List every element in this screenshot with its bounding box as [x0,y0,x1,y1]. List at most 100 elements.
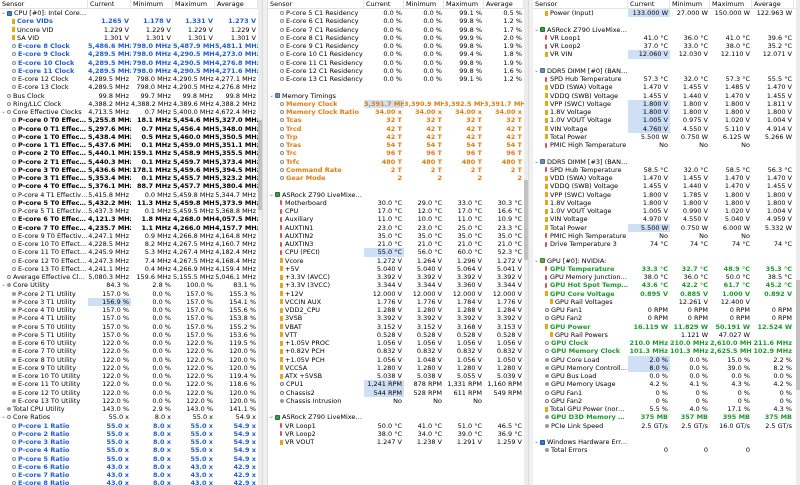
sensor-row[interactable]: VDDQ (SWB) Voltage 1.455 V 1.440 V 1.470 V 1… [533,182,800,190]
expand-toggle-icon[interactable]: ⌄ [269,413,274,421]
sensor-row[interactable]: E-core 10 T0 Effectiv... 4,228.5 MHz 8.2 M… [0,240,262,248]
sensor-group-header[interactable]: ⌄ ASRock Z790 LiveMixer (... [268,413,528,421]
sensor-row[interactable]: 1.8V Voltage 1.800 V 1.800 V 1.800 V 1.800 V [533,108,800,117]
sensor-row[interactable]: GPU Memory Junction Te... 38.0 °C 36.0 °C 5… [533,273,800,281]
sensor-row[interactable]: P-core 3 T0 Effective...5,436.6 MHz178.1… [0,166,262,174]
sensor-row[interactable]: P-core 5 T0 Effective...5,432.2 MHz 11.3 … [0,199,262,207]
expand-toggle-icon[interactable]: ⌄ [534,257,539,265]
sensor-row[interactable]: P-core 4 T1 Effective... 5,415.8 MHz 0.0 M… [0,191,262,199]
sensor-row[interactable]: +12V 12.000 V 12.000 V 12.000 V 12.000 V [268,290,528,298]
sensor-row[interactable]: CPU1 1,241 RPM 878 RPM 1,331 RPM 1,160 RPM [268,380,528,389]
sensor-row[interactable]: E-core 10 Clock 4,289.5 MHz 798.0 MHz 4,290… [0,59,262,67]
sensor-row[interactable]: VDD2_CPU 1.288 V 1.280 V 1.288 V 1.284 V [268,306,528,314]
sensor-row[interactable]: 3VSB 3.392 V 3.392 V 3.392 V 3.392 V [268,314,528,322]
sensor-row[interactable]: Drive Temperature 3 74 °C 74 °C 74 °C 74 °C [533,240,800,248]
sensor-row[interactable]: P-core 2 T1 Effective...5,440.3 MHz 0.1 M… [0,158,262,166]
sensor-row[interactable]: E-core 6 Ratio 43.0 x 8.0 x 43.0 x 42.9 x [0,463,262,471]
sensor-row[interactable]: E-core 8 Clock 5,486.6 MHz 798.0 MHz 5,487.… [0,42,262,50]
sensor-row[interactable]: GPU Memory Controller L...8.0 % 0.0 % 39.0… [533,363,800,372]
sensor-row[interactable]: VR VIN 12.060 V 12.030 V 12.110 V 12.071 V [533,50,800,59]
sensor-row[interactable]: GPU Rail Powers 1.121 W 47.027 W [533,331,800,339]
sensor-row[interactable]: P-core 3 T1 Effective...5,353.4 MHz 0.1 M… [0,174,262,182]
sensor-panel-middle[interactable]: Sensor Current Minimum Maximum Average P… [268,0,528,485]
sensor-row[interactable]: +0.82V PCH 0.832 V 0.832 V 0.832 V 0.832 V [268,347,528,355]
sensor-row[interactable]: PMIC High Temperature No No No [533,141,800,149]
sensor-row[interactable]: E-core 7 T0 Effective...4,235.7 MHz 1.1 M… [0,224,262,232]
sensor-row[interactable]: E-core 12 C1 Residency 0.0 % 0.0 % 99.8 % 1.… [268,67,528,75]
sensor-row[interactable]: P-core 3 Ratio 55.0 x 8.0 x 55.0 x 54.9 x [0,438,262,446]
expand-toggle-icon[interactable]: ⌄ [534,67,539,75]
sensor-row[interactable]: E-core 10 T0 Utility 122.0 % 0.0 % 122.0 % 1… [0,372,262,380]
sensor-row[interactable]: P-core 5 T0 Utility 157.0 % 0.0 % 157.0 % 15… [0,323,262,331]
sensor-row[interactable]: P-core 4 T1 Utility 157.0 % 0.0 % 157.0 % 15… [0,314,262,322]
sensor-row[interactable]: Vcore 1.272 V 1.264 V 1.296 V 1.272 V [268,257,528,265]
sensor-row[interactable]: Trfc 480 T 480 T 480 T 480 T [268,158,528,166]
sensor-row[interactable]: VR Loop1 50.0 °C 41.0 °C 51.0 °C 46.5 °C [268,422,528,430]
sensor-row[interactable]: P-core 2 Ratio 55.0 x 8.0 x 55.0 x 54.9 x [0,430,262,438]
sensor-row[interactable]: SA VID 1.301 V 1.301 V 1.301 V 1.301 V [0,34,262,42]
sensor-row[interactable]: E-core 11 T0 Effectiv... 4,245.9 MHz 5.3 M… [0,248,262,256]
expand-toggle-icon[interactable]: ⌄ [269,191,274,199]
sensor-row[interactable]: 1.0V VOUT Voltage 1.005 V 0.975 V 1.020 V 1.… [533,116,800,125]
sensor-row[interactable]: 1.8V Voltage 1.800 V 1.800 V 1.800 V 1.800 V [533,199,800,207]
sensor-row[interactable]: Tras 54 T 54 T 54 T 54 T [268,141,528,149]
sensor-row[interactable]: E-core 8 C1 Residency 0.0 % 0.0 % 99.9 % 2.0… [268,34,528,42]
header-sensor[interactable]: Sensor [533,0,628,8]
sensor-row[interactable]: E-core 9 Clock 4,289.5 MHz 798.0 MHz 4,290.… [0,50,262,58]
header-minimum[interactable]: Minimum [670,0,710,8]
sensor-row[interactable]: GPU Rail Voltages 12.261 V 12.400 V [533,298,800,306]
sensor-row[interactable]: VR VOUT 1.247 V 1.238 V 1.291 V 1.259 V [268,438,528,446]
sensor-row[interactable]: E-core 9 T0 Effective... 4,247.1 MHz 0.9 M… [0,232,262,240]
sensor-row[interactable]: VPP (SWC) Voltage 1.800 V 1.785 V 1.800 V 1.… [533,191,800,199]
sensor-row[interactable]: E-core 9 T0 Utility 122.0 % 0.0 % 122.0 % 12… [0,364,262,372]
sensor-row[interactable]: ⌄ Core Utility 84.3 % 2.8 % 100.0 % 83.1 % [0,281,262,289]
sensor-row[interactable]: ⌄ Core Ratios 55.0 x 8.0 x 55.0 x 54.9 x [0,413,262,421]
sensor-row[interactable]: Bus Clock 99.8 MHz 99.7 MHz 99.8 MHz 99.8 MH… [0,92,262,100]
sensor-row[interactable]: E-core 6 C1 Residency 0.0 % 0.0 % 99.8 % 1.2… [268,17,528,25]
sensor-row[interactable]: E-core 7 C1 Residency 0.0 % 0.0 % 99.8 % 1.7… [268,26,528,34]
sensor-row[interactable]: ATX +5VSB 5.038 V 5.038 V 5.055 V 5.039 V [268,372,528,380]
header-current[interactable]: Current [628,0,670,8]
sensor-row[interactable]: Trcd 42 T 42 T 42 T 42 T [268,125,528,133]
sensor-row[interactable]: Total Power 5.500 W 0.750 W 6.000 W 5.332 W [533,223,800,232]
sensor-row[interactable]: Total Power 5.500 W 0.750 W 6.125 W 5.266 W [533,133,800,141]
sensor-row[interactable]: +3.3V (3VCC) 3.344 V 3.344 V 3.360 V 3.344 V [268,281,528,289]
sensor-row[interactable]: P-core 0 T0 Effective...5,255.8 MHz 18.1 … [0,116,262,124]
sensor-row[interactable]: GPU Bus Load 0.0 % 0.0 % 0.0 % 0.0 % [533,372,800,380]
sensor-group-header[interactable]: ⌄ ASRock Z790 LiveMixer (... [533,26,800,34]
sensor-row[interactable]: VTT 0.528 V 0.528 V 0.528 V 0.528 V [268,331,528,339]
sensor-row[interactable]: VCCIN AUX 1.776 V 1.776 V 1.784 V 1.776 V [268,298,528,306]
sensor-row[interactable]: E-core 13 C1 Residency 0.0 % 0.0 % 99.1 % 1.… [268,75,528,83]
sensor-row[interactable]: Ring/LLC Clock 4,388.2 MHz 4,388.2 MHz 4,38… [0,100,262,108]
sensor-row[interactable]: GPU Temperature 33.3 °C 32.7 °C 48.9 °C 35.3… [533,265,800,273]
header-maximum[interactable]: Maximum [444,0,484,8]
sensor-row[interactable]: GPU Core Load 2.0 % 0.0 % 15.0 % 2.2 % [533,355,800,364]
sensor-row[interactable]: Power (Input) 133.000 W 27.000 W 150.000 W 1… [533,9,800,18]
sensor-row[interactable]: E-core 13 Clock 4,289.5 MHz 798.0 MHz 4,290… [0,83,262,91]
sensor-row[interactable]: CPU (PECI) 55.0 °C 56.0 °C 60.0 °C 52.3 °C [268,248,528,257]
sensor-row[interactable]: GPU Fan1 0 RPM 0 RPM 0 RPM 0 RPM [533,306,800,314]
sensor-row[interactable]: Core VIDs 1.265 V 1.178 V 1.331 V 1.273 V [0,17,262,25]
sensor-row[interactable]: Memory Clock3,391.7 MHz3,390.9 MHz3,392.… [268,99,528,108]
sensor-panel-right[interactable]: Sensor Current Minimum Maximum Average P… [533,0,800,485]
sensor-row[interactable]: Chassis Intrusion No No No [268,397,528,405]
scroll-thumb[interactable] [796,280,800,390]
sensor-row[interactable]: P-core 2 T1 Utility 157.0 % 0.0 % 157.0 % 15… [0,290,262,298]
sensor-row[interactable]: E-core 7 T0 Utility 122.0 % 0.0 % 122.0 % 12… [0,347,262,355]
column-header[interactable]: Sensor Current Minimum Maximum Average [533,0,800,9]
sensor-panel-left[interactable]: Sensor Current Minimum Maximum Average ⌄… [0,0,262,485]
sensor-row[interactable]: P-core 2 T0 Effective...5,440.1 MHz159.1… [0,149,262,157]
sensor-row[interactable]: Command Rate 2 T 2 T 2 T 2 T [268,166,528,174]
sensor-group-header[interactable]: ⌄ ASRock Z790 LiveMixer (... [268,191,528,199]
sensor-row[interactable]: Gear Mode 2 2 2 2 [268,174,528,182]
column-header[interactable]: Sensor Current Minimum Maximum Average [268,0,528,9]
sensor-row[interactable]: +3.3V (AVCC) 3.392 V 3.392 V 3.392 V 3.392 V [268,273,528,281]
sensor-row[interactable]: P-core 4 T0 Utility 157.0 % 0.0 % 157.0 % 15… [0,306,262,314]
sensor-row[interactable]: E-core 8 Ratio 43.0 x 8.0 x 43.0 x 42.9 x [0,479,262,485]
sensor-row[interactable]: VDD (SWA) Voltage 1.470 V 1.455 V 1.470 V 1.… [533,174,800,182]
sensor-row[interactable]: Auxiliary 11.0 °C 10.0 °C 11.0 °C 10.9 °C [268,215,528,223]
sensor-row[interactable]: P-core 4 Ratio 55.0 x 8.0 x 55.0 x 54.9 x [0,446,262,454]
sensor-row[interactable]: PCIe Link Speed 2.5 GT/s 2.5 GT/s 16.0 GT/s… [533,422,800,430]
sensor-row[interactable]: E-core 13 T0 Utility 122.0 % 0.0 % 122.0 % 1… [0,397,262,405]
sensor-row[interactable]: P-core 0 T1 Effective...5,297.6 MHz 0.7 M… [0,125,262,133]
